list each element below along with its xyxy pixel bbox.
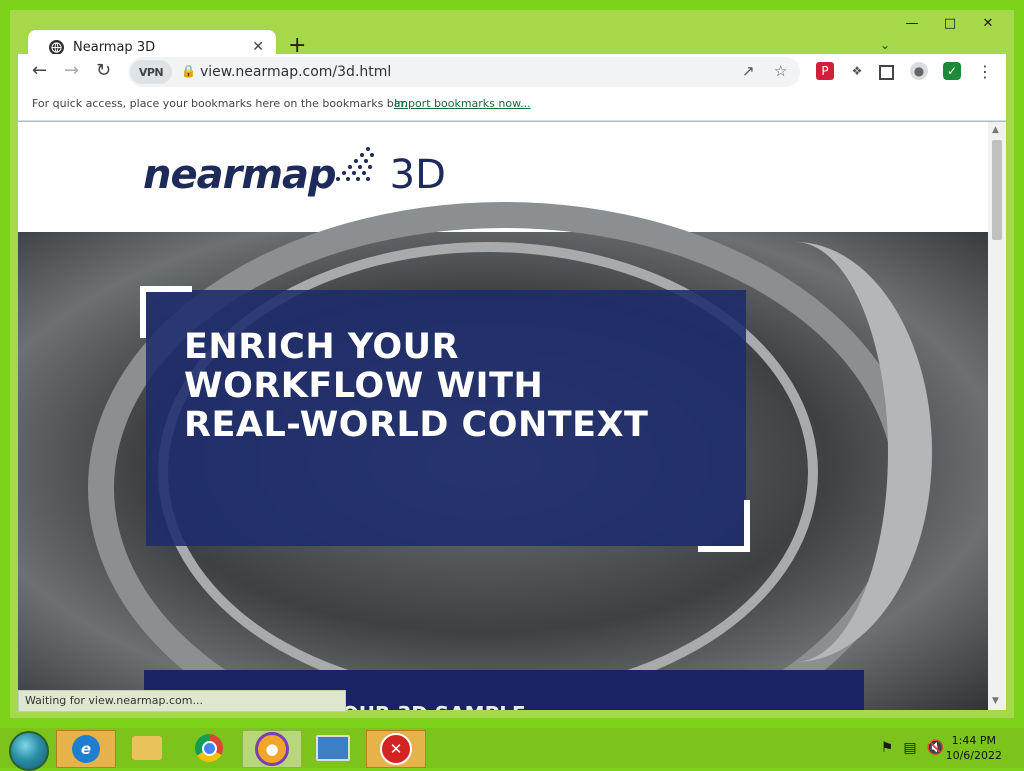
maximize-button[interactable]: □: [938, 14, 962, 32]
shield-extension-icon[interactable]: ✓: [943, 62, 961, 80]
menu-kebab-icon[interactable]: ⋮: [976, 62, 994, 81]
clock-time: 1:44 PM: [951, 734, 996, 747]
hero-line-3: REAL-WORLD CONTEXT: [184, 405, 649, 445]
share-icon[interactable]: ↗: [742, 62, 755, 80]
taskbar-error-app[interactable]: ✕: [366, 730, 426, 768]
scroll-down-icon[interactable]: ▼: [992, 696, 999, 706]
scroll-up-icon[interactable]: ▲: [992, 125, 999, 135]
hero-aerial-image: ENRICH YOUR WORKFLOW WITH REAL-WORLD CON…: [18, 202, 988, 710]
hero-line-2: WORKFLOW WITH: [184, 366, 544, 406]
system-clock[interactable]: 1:44 PM 10/6/2022: [946, 733, 1002, 763]
window-controls: — □ ✕: [900, 14, 1000, 32]
browser-toolbar: ← → ↻ VPN 🔒 view.nearmap.com/3d.html ↗ ☆…: [18, 54, 1006, 90]
taskbar-chrome[interactable]: [180, 730, 238, 766]
clock-date: 10/6/2022: [945, 749, 1002, 762]
close-window-button[interactable]: ✕: [976, 14, 1000, 32]
address-bar[interactable]: VPN 🔒 view.nearmap.com/3d.html ↗ ☆: [128, 57, 800, 87]
tab-close-icon[interactable]: ✕: [252, 39, 264, 55]
forward-button[interactable]: →: [64, 60, 79, 81]
volume-muted-icon[interactable]: 🔇: [927, 740, 944, 756]
scroll-thumb[interactable]: [992, 140, 1002, 240]
minimize-button[interactable]: —: [900, 14, 924, 32]
hero-line-1: ENRICH YOUR: [184, 327, 460, 367]
chrome-icon: [195, 734, 223, 762]
network-icon[interactable]: ▤: [903, 740, 916, 756]
extensions-puzzle-icon[interactable]: ❖: [848, 62, 866, 80]
taskbar-password-manager[interactable]: ●: [242, 730, 302, 768]
status-text: Waiting for view.nearmap.com...: [25, 694, 203, 707]
start-orb-button[interactable]: [9, 731, 49, 771]
tab-search-icon[interactable]: ⌄: [880, 38, 890, 52]
system-tray: ⚑ ▤ 🔇: [881, 740, 944, 756]
internet-explorer-icon: e: [72, 735, 100, 763]
page-scrollbar[interactable]: ▲ ▼: [988, 122, 1006, 710]
corner-bracket-bottom-right: [698, 500, 750, 552]
nearmap-logo[interactable]: nearmap 3D: [143, 147, 446, 198]
status-bubble: Waiting for view.nearmap.com...: [18, 690, 346, 712]
profile-avatar-icon[interactable]: ●: [910, 62, 928, 80]
taskbar-file-explorer[interactable]: [118, 730, 176, 766]
page-viewport: nearmap 3D ENRICH YOUR WORKFLOW WITH REA…: [18, 122, 988, 710]
bookmarks-bar: For quick access, place your bookmarks h…: [18, 90, 1006, 121]
lock-app-icon: ●: [255, 732, 289, 766]
logo-3d-suffix: 3D: [389, 152, 446, 198]
hero-headline: ENRICH YOUR WORKFLOW WITH REAL-WORLD CON…: [184, 328, 684, 445]
import-bookmarks-link[interactable]: Import bookmarks now...: [394, 97, 531, 110]
side-panel-icon[interactable]: [879, 65, 894, 80]
tab-title: Nearmap 3D: [73, 39, 156, 55]
bookmarks-hint: For quick access, place your bookmarks h…: [32, 97, 408, 110]
globe-icon: [49, 39, 64, 55]
folder-icon: [132, 736, 162, 760]
back-button[interactable]: ←: [32, 60, 47, 81]
picture-icon: [316, 735, 350, 761]
logo-dots-icon: [335, 147, 374, 181]
error-x-icon: ✕: [380, 733, 412, 765]
url-text[interactable]: view.nearmap.com/3d.html: [200, 64, 391, 80]
taskbar-image-viewer[interactable]: [304, 730, 362, 766]
taskbar-internet-explorer[interactable]: e: [56, 730, 116, 768]
reload-button[interactable]: ↻: [96, 60, 111, 81]
flag-icon[interactable]: ⚑: [881, 740, 894, 756]
vpn-badge[interactable]: VPN: [130, 60, 172, 84]
taskbar: e ● ✕ ⚑ ▤ 🔇 1:44 PM 10/6/2022: [0, 728, 1024, 771]
lock-icon[interactable]: 🔒: [181, 64, 196, 78]
logo-wordmark: nearmap: [143, 152, 337, 198]
extension-p-icon[interactable]: P: [816, 62, 834, 80]
bookmark-star-icon[interactable]: ☆: [774, 62, 787, 80]
